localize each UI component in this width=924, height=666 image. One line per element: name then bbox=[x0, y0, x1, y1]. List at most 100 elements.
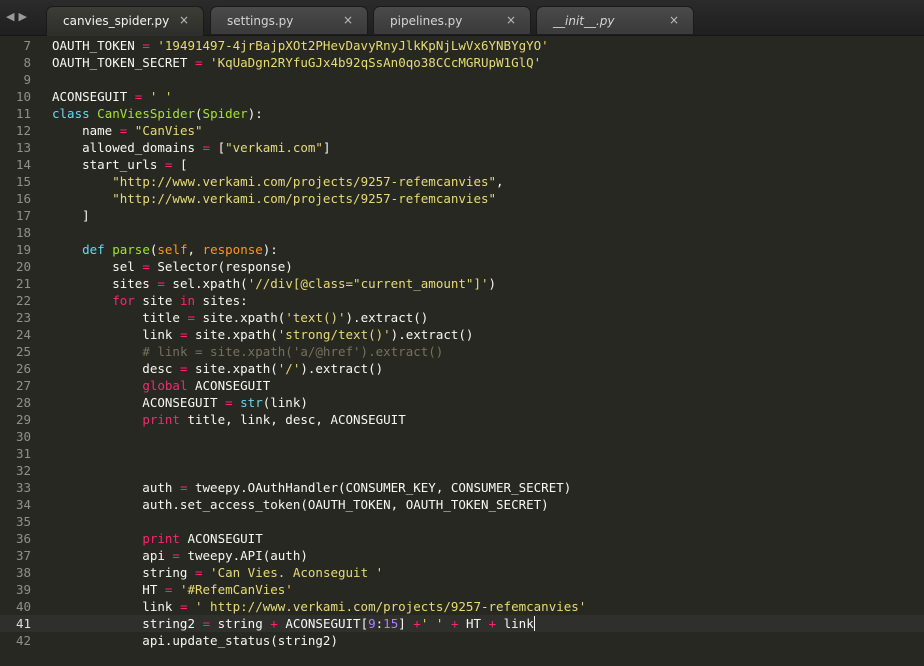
code-line[interactable]: 20 sel = Selector(response) bbox=[0, 258, 924, 275]
code-line[interactable]: 15 "http://www.verkami.com/projects/9257… bbox=[0, 173, 924, 190]
line-number: 14 bbox=[15, 157, 31, 172]
tab-pipelines[interactable]: pipelines.py × bbox=[373, 6, 531, 34]
tab-bar: ◀▶ canvies_spider.py × settings.py × pip… bbox=[0, 0, 924, 36]
code-token: tweepy.API(auth) bbox=[179, 548, 308, 563]
line-number: 26 bbox=[15, 361, 31, 376]
code-line[interactable]: 17 ] bbox=[0, 207, 924, 224]
code-token: = bbox=[225, 395, 233, 410]
tab-label: canvies_spider.py bbox=[63, 14, 170, 28]
code-line[interactable]: 36 print ACONSEGUIT bbox=[0, 530, 924, 547]
code-text: OAUTH_TOKEN_SECRET = 'KqUaDgn2RYfuGJx4b9… bbox=[52, 54, 541, 71]
code-line[interactable]: 24 link = site.xpath('strong/text()').ex… bbox=[0, 326, 924, 343]
code-text: # link = site.xpath('a/@href').extract() bbox=[52, 343, 443, 360]
code-token: api.update_status(string2) bbox=[52, 633, 338, 648]
code-line[interactable]: 34 auth.set_access_token(OAUTH_TOKEN, OA… bbox=[0, 496, 924, 513]
code-line[interactable]: 8 OAUTH_TOKEN_SECRET = 'KqUaDgn2RYfuGJx4b… bbox=[0, 54, 924, 71]
code-token: Spider bbox=[202, 106, 248, 121]
close-icon[interactable]: × bbox=[506, 13, 516, 27]
code-line[interactable]: 13 allowed_domains = ["verkami.com"] bbox=[0, 139, 924, 156]
code-editor[interactable]: 7 OAUTH_TOKEN = '19491497-4jrBajpXOt2PHev… bbox=[0, 36, 924, 666]
code-token: link bbox=[52, 327, 180, 342]
code-token: "http://www.verkami.com/projects/9257-re… bbox=[112, 174, 497, 189]
code-line[interactable]: 21 sites = sel.xpath('//div[@class="curr… bbox=[0, 275, 924, 292]
code-line[interactable]: 29 print title, link, desc, ACONSEGUIT bbox=[0, 411, 924, 428]
code-text: name = "CanVies" bbox=[52, 122, 202, 139]
tab-init[interactable]: __init__.py × bbox=[536, 6, 694, 34]
code-line[interactable]: 33 auth = tweepy.OAuthHandler(CONSUMER_K… bbox=[0, 479, 924, 496]
tab-label: settings.py bbox=[227, 14, 294, 28]
tab-label: pipelines.py bbox=[390, 14, 463, 28]
line-number: 40 bbox=[15, 599, 31, 614]
line-number: 38 bbox=[15, 565, 31, 580]
close-icon[interactable]: × bbox=[669, 13, 679, 27]
code-line[interactable]: 35 bbox=[0, 513, 924, 530]
tab-canvies-spider[interactable]: canvies_spider.py × bbox=[46, 6, 204, 36]
code-line[interactable]: 23 title = site.xpath('text()').extract(… bbox=[0, 309, 924, 326]
code-token: OAUTH_TOKEN bbox=[52, 38, 143, 53]
line-number: 24 bbox=[15, 327, 31, 342]
line-number: 32 bbox=[15, 463, 31, 478]
code-text: class CanViesSpider(Spider): bbox=[52, 105, 263, 122]
code-token: = bbox=[157, 276, 165, 291]
line-number: 23 bbox=[15, 310, 31, 325]
code-line[interactable]: 38 string = 'Can Vies. Aconseguit ' bbox=[0, 564, 924, 581]
code-token: 'text()' bbox=[285, 310, 346, 325]
line-number: 22 bbox=[15, 293, 31, 308]
line-number: 16 bbox=[15, 191, 31, 206]
code-line[interactable]: 19 def parse(self, response): bbox=[0, 241, 924, 258]
code-line[interactable]: 25 # link = site.xpath('a/@href').extrac… bbox=[0, 343, 924, 360]
code-line[interactable]: 11 class CanViesSpider(Spider): bbox=[0, 105, 924, 122]
code-line[interactable]: 9 bbox=[0, 71, 924, 88]
code-line[interactable]: 42 api.update_status(string2) bbox=[0, 632, 924, 649]
code-token: '//div[@class="current_amount"]' bbox=[247, 276, 489, 291]
code-line[interactable]: 39 HT = '#RefemCanVies' bbox=[0, 581, 924, 598]
line-number: 11 bbox=[15, 106, 31, 121]
close-icon[interactable]: × bbox=[343, 13, 353, 27]
code-text: title = site.xpath('text()').extract() bbox=[52, 309, 428, 326]
code-line[interactable]: 37 api = tweepy.API(auth) bbox=[0, 547, 924, 564]
code-line[interactable]: 22 for site in sites: bbox=[0, 292, 924, 309]
tab-settings[interactable]: settings.py × bbox=[210, 6, 368, 34]
code-text: string = 'Can Vies. Aconseguit ' bbox=[52, 564, 383, 581]
code-line[interactable]: 7 OAUTH_TOKEN = '19491497-4jrBajpXOt2PHev… bbox=[0, 37, 924, 54]
code-text: for site in sites: bbox=[52, 292, 247, 309]
code-line[interactable]: 28 ACONSEGUIT = str(link) bbox=[0, 394, 924, 411]
code-token: = bbox=[142, 38, 150, 53]
close-icon[interactable]: × bbox=[179, 13, 189, 27]
line-number: 12 bbox=[15, 123, 31, 138]
code-line[interactable]: 41 string2 = string + ACONSEGUIT[9:15] +… bbox=[0, 615, 924, 632]
code-text: start_urls = [ bbox=[52, 156, 187, 173]
code-line[interactable]: 40 link = ' http://www.verkami.com/proje… bbox=[0, 598, 924, 615]
line-number: 9 bbox=[23, 72, 31, 87]
code-line[interactable]: 16 "http://www.verkami.com/projects/9257… bbox=[0, 190, 924, 207]
code-token: = bbox=[187, 310, 195, 325]
code-text: global ACONSEGUIT bbox=[52, 377, 270, 394]
back-arrow-icon[interactable]: ◀ bbox=[6, 10, 18, 23]
code-line[interactable]: 31 bbox=[0, 445, 924, 462]
code-token: ] bbox=[398, 616, 414, 631]
code-token: # link = site.xpath('a/@href').extract() bbox=[142, 344, 444, 359]
code-line[interactable]: 18 bbox=[0, 224, 924, 241]
code-line[interactable]: 27 global ACONSEGUIT bbox=[0, 377, 924, 394]
code-line[interactable]: 12 name = "CanVies" bbox=[0, 122, 924, 139]
code-token: for bbox=[112, 293, 135, 308]
code-line[interactable]: 26 desc = site.xpath('/').extract() bbox=[0, 360, 924, 377]
code-line[interactable]: 30 bbox=[0, 428, 924, 445]
code-token: ACONSEGUIT bbox=[187, 378, 271, 393]
forward-arrow-icon[interactable]: ▶ bbox=[18, 10, 30, 23]
code-token: '19491497-4jrBajpXOt2PHevDavyRnyJlkKpNjL… bbox=[149, 38, 549, 53]
code-token: string bbox=[210, 616, 271, 631]
code-text: allowed_domains = ["verkami.com"] bbox=[52, 139, 330, 156]
line-number: 15 bbox=[15, 174, 31, 189]
code-token: tweepy.OAuthHandler(CONSUMER_KEY, CONSUM… bbox=[187, 480, 572, 495]
code-line[interactable]: 14 start_urls = [ bbox=[0, 156, 924, 173]
line-number: 21 bbox=[15, 276, 31, 291]
code-line[interactable]: 10 ACONSEGUIT = ' ' bbox=[0, 88, 924, 105]
code-text: api.update_status(string2) bbox=[52, 632, 338, 649]
code-line[interactable]: 32 bbox=[0, 462, 924, 479]
line-number: 19 bbox=[15, 242, 31, 257]
code-text: string2 = string + ACONSEGUIT[9:15] +' '… bbox=[52, 615, 535, 632]
code-text: auth.set_access_token(OAUTH_TOKEN, OAUTH… bbox=[52, 496, 548, 513]
